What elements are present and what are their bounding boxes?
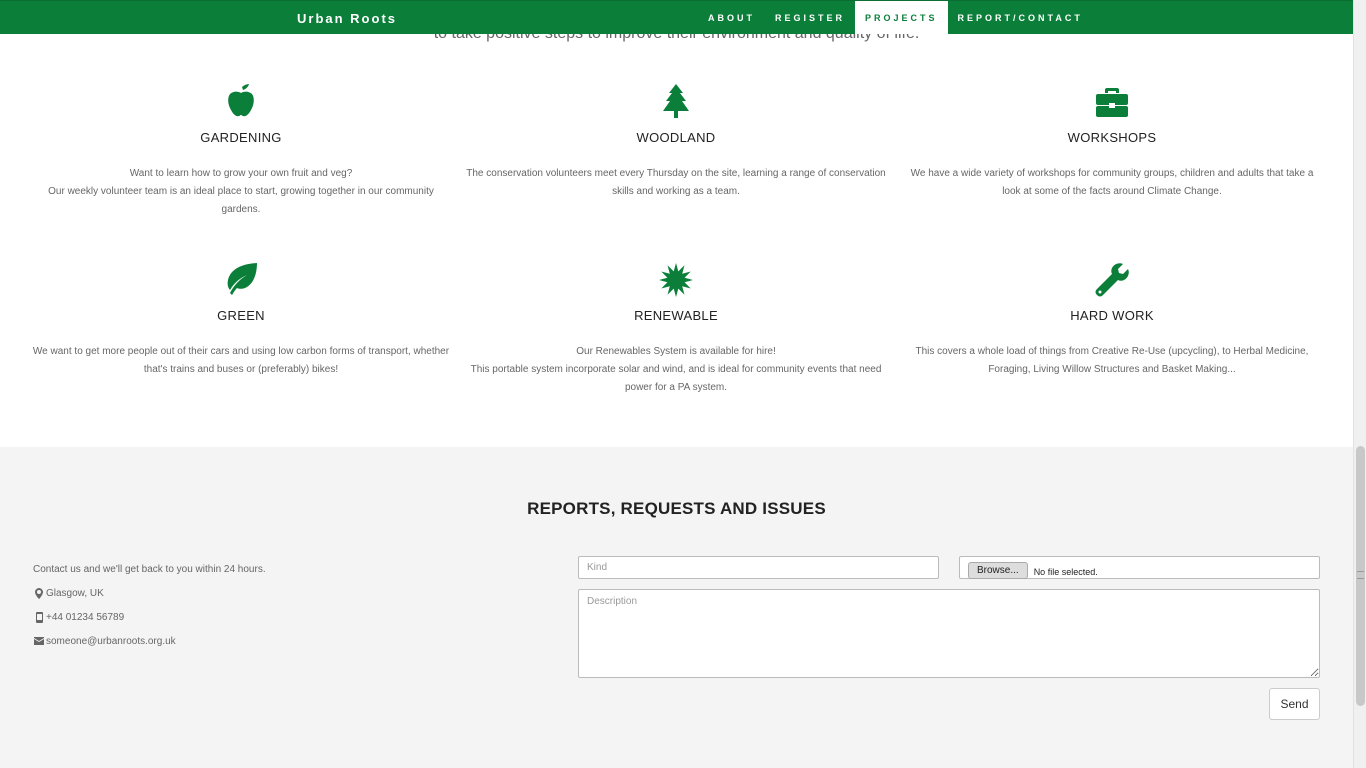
tree-icon bbox=[466, 84, 886, 120]
feature-workshops: WORKSHOPS We have a wide variety of work… bbox=[902, 84, 1322, 201]
feature-title: WORKSHOPS bbox=[1067, 130, 1157, 145]
contact-section: REPORTS, REQUESTS AND ISSUES Contact us … bbox=[0, 447, 1353, 768]
feature-text-line: Our weekly volunteer team is an ideal pl… bbox=[48, 186, 434, 215]
contact-phone: +44 01234 56789 bbox=[33, 605, 266, 629]
feature-description: Our Renewables System is available for h… bbox=[466, 343, 886, 397]
feature-title: HARD WORK bbox=[1070, 308, 1154, 323]
feature-green: GREEN We want to get more people out of … bbox=[31, 262, 451, 379]
brand-logo[interactable]: Urban Roots bbox=[297, 11, 397, 26]
feature-description: We want to get more people out of their … bbox=[32, 346, 450, 375]
feature-title: RENEWABLE bbox=[634, 308, 718, 323]
phone-text: +44 01234 56789 bbox=[46, 611, 125, 623]
contact-intro: Contact us and we'll get back to you wit… bbox=[33, 557, 266, 581]
nav-item-about[interactable]: ABOUT bbox=[698, 1, 765, 34]
map-marker-icon bbox=[33, 587, 45, 599]
file-status: No file selected. bbox=[1033, 566, 1098, 577]
phone-icon bbox=[33, 611, 45, 623]
sun-icon bbox=[466, 262, 886, 298]
location-text: Glasgow, UK bbox=[46, 587, 104, 599]
send-button[interactable]: Send bbox=[1269, 688, 1320, 720]
feature-title: GARDENING bbox=[200, 130, 282, 145]
scrollbar-grip bbox=[1357, 571, 1364, 579]
feature-description: Want to learn how to grow your own fruit… bbox=[31, 165, 451, 219]
briefcase-icon bbox=[902, 84, 1322, 120]
file-upload-field: Browse... No file selected. bbox=[959, 556, 1320, 579]
apple-icon bbox=[31, 84, 451, 120]
nav-item-projects[interactable]: PROJECTS bbox=[855, 1, 948, 34]
feature-woodland: WOODLAND The conservation volunteers mee… bbox=[466, 84, 886, 201]
leaf-icon bbox=[31, 262, 451, 298]
kind-input[interactable] bbox=[578, 556, 939, 579]
email-text[interactable]: someone@urbanroots.org.uk bbox=[46, 636, 176, 647]
nav-menu: ABOUT REGISTER PROJECTS REPORT/CONTACT bbox=[698, 1, 1093, 35]
feature-title: GREEN bbox=[217, 308, 265, 323]
description-textarea[interactable] bbox=[578, 589, 1320, 678]
feature-text-line: This portable system incorporate solar a… bbox=[470, 364, 882, 393]
top-navbar: Urban Roots ABOUT REGISTER PROJECTS REPO… bbox=[0, 0, 1353, 34]
contact-intro-text: Contact us and we'll get back to you wit… bbox=[33, 563, 266, 575]
wrench-icon bbox=[902, 262, 1322, 298]
nav-item-register[interactable]: REGISTER bbox=[765, 1, 855, 34]
vertical-scrollbar[interactable] bbox=[1353, 0, 1366, 768]
contact-info: Contact us and we'll get back to you wit… bbox=[33, 557, 266, 653]
feature-text-line: Want to learn how to grow your own fruit… bbox=[129, 168, 353, 179]
contact-email: someone@urbanroots.org.uk bbox=[33, 629, 266, 653]
section-title: REPORTS, REQUESTS AND ISSUES bbox=[527, 499, 826, 518]
feature-description: This covers a whole load of things from … bbox=[915, 346, 1309, 375]
contact-location: Glasgow, UK bbox=[33, 581, 266, 605]
envelope-icon bbox=[33, 637, 45, 645]
feature-title: WOODLAND bbox=[636, 130, 716, 145]
nav-item-report-contact[interactable]: REPORT/CONTACT bbox=[948, 1, 1093, 34]
feature-description: The conservation volunteers meet every T… bbox=[466, 168, 886, 197]
feature-hard-work: HARD WORK This covers a whole load of th… bbox=[902, 262, 1322, 379]
feature-text-line: Our Renewables System is available for h… bbox=[576, 346, 776, 357]
feature-gardening: GARDENING Want to learn how to grow your… bbox=[31, 84, 451, 219]
feature-description: We have a wide variety of workshops for … bbox=[910, 168, 1314, 197]
feature-renewable: RENEWABLE Our Renewables System is avail… bbox=[466, 262, 886, 397]
browse-button[interactable]: Browse... bbox=[968, 562, 1028, 579]
